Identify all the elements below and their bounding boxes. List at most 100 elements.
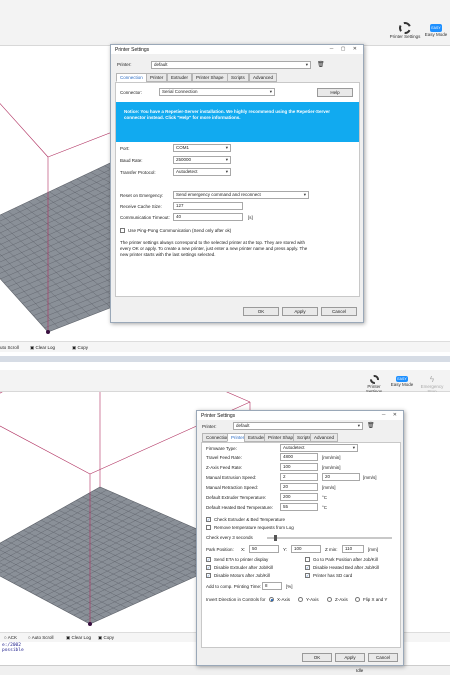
bed-temp-input[interactable]: 55 [280, 503, 318, 511]
tab-printer-shape[interactable]: Printer Shape [192, 73, 228, 82]
clear-log-button[interactable]: ▣ Clear Log [30, 345, 55, 351]
timeout-input[interactable]: 40 [173, 213, 243, 221]
easy-mode-icon: EASY [430, 24, 442, 32]
firmware-select[interactable]: Autodetect [280, 444, 358, 452]
trash-icon[interactable]: 🗑 [317, 61, 325, 68]
cache-label: Receive Cache Size: [120, 204, 162, 209]
park-unit: [mm] [368, 547, 378, 552]
printer-value-2: default [236, 423, 250, 428]
apply-button[interactable]: Apply [282, 307, 318, 316]
ok-button[interactable]: OK [243, 307, 279, 316]
port-select[interactable]: COM1 [173, 144, 231, 152]
tab-connection[interactable]: Connection [116, 73, 147, 82]
zfeed-input[interactable]: 100 [280, 463, 318, 471]
status-bar: Idle [0, 665, 450, 675]
remove-temp-label: Remove temperature requests from Log [214, 525, 294, 530]
trash-icon-2[interactable]: 🗑 [367, 422, 375, 429]
easy-mode-label-2: Easy Mode [390, 382, 414, 387]
cache-input[interactable]: 127 [173, 202, 243, 210]
clear-log-button-2[interactable]: ▣ Clear Log [66, 635, 91, 641]
pingpong-checkbox[interactable] [120, 228, 125, 233]
copy-button[interactable]: ▣ Copy [72, 345, 88, 351]
baud-label: Baud Rate: [120, 158, 143, 163]
extrusion-input-max[interactable]: 20 [322, 473, 360, 481]
apply-button-2[interactable]: Apply [335, 653, 365, 662]
disable-motors-checkbox[interactable]: ✓ [206, 573, 211, 578]
travel-input[interactable]: 4800 [280, 453, 318, 461]
reset-select[interactable]: Send emergency command and reconnect [173, 191, 309, 199]
send-eta-label: Send ETA to printer display [214, 557, 269, 562]
park-x-value: 50 [252, 546, 258, 551]
connector-value: Serial Connection [162, 89, 198, 94]
copy-label: Copy [77, 345, 89, 350]
dialog-titlebar: Printer Settings ─ ▢ ✕ [111, 45, 363, 54]
invert-x-radio[interactable] [269, 597, 274, 602]
extruder-temp-value: 200 [283, 494, 291, 499]
easy-mode-button[interactable]: EASY Easy Mode [422, 24, 450, 37]
cancel-button[interactable]: Cancel [321, 307, 357, 316]
printer-settings-label: Printer Settings [389, 34, 421, 39]
connector-select[interactable]: Serial Connection [159, 88, 275, 96]
dialog-titlebar-2: Printer Settings ─ ✕ [197, 411, 403, 420]
status-idle: Idle [356, 668, 364, 673]
ok-button-2[interactable]: OK [302, 653, 332, 662]
build-volume-edge [0, 103, 49, 158]
park-x-input[interactable]: 50 [249, 545, 279, 553]
retraction-value: 20 [283, 484, 289, 489]
send-eta-checkbox[interactable]: ✓ [206, 557, 211, 562]
port-label: Port: [120, 146, 130, 151]
log-toolbar: uto Scroll ▣ Clear Log ▣ Copy [0, 341, 450, 352]
sd-card-label: Printer has SD card [313, 573, 353, 578]
park-z-input[interactable]: 110 [342, 545, 364, 553]
reset-label: Reset on Emergency: [120, 193, 164, 198]
protocol-label: Transfer Protocol: [120, 170, 156, 175]
easy-mode-button-2[interactable]: EASY Easy Mode [389, 376, 415, 387]
travel-label: Travel Feed Rate: [206, 455, 242, 460]
auto-scroll-toggle[interactable]: uto Scroll [0, 345, 19, 350]
bed-temp-unit: °C [322, 505, 328, 510]
park-y-input[interactable]: 100 [291, 545, 321, 553]
printer-settings-button[interactable]: Printer Settings [388, 22, 422, 39]
protocol-select[interactable]: Autodetect [173, 168, 231, 176]
check-every-label: Check every 3 seconds [206, 535, 253, 540]
tab-printer[interactable]: Printer [146, 73, 168, 82]
check-temp-checkbox[interactable]: ✓ [206, 517, 211, 522]
tab-advanced-2[interactable]: Advanced [310, 433, 339, 442]
add-comp-input[interactable]: 8 [262, 582, 282, 590]
retraction-input[interactable]: 20 [280, 483, 318, 491]
help-button[interactable]: Help [317, 88, 353, 97]
invert-z-label: Z-Axis [335, 597, 348, 602]
printer-select-2[interactable]: default [233, 422, 363, 430]
sd-card-checkbox[interactable]: ✓ [305, 573, 310, 578]
invert-z-radio[interactable] [327, 597, 332, 602]
repetier-server-notice: Notice: You have a Repetier-Server insta… [116, 102, 359, 142]
check-interval-slider[interactable] [267, 535, 392, 541]
extrusion-value-max: 20 [325, 474, 331, 479]
slider-thumb[interactable] [274, 535, 277, 541]
printer-settings-dialog: Printer Settings ─ ▢ ✕ Printer: default … [110, 44, 364, 323]
flip-xy-label: Flip X and Y [363, 597, 388, 602]
extrusion-input-min[interactable]: 2 [280, 473, 318, 481]
auto-scroll-toggle-2[interactable]: ○ Auto Scroll [28, 635, 54, 640]
window-controls[interactable]: ─ ▢ ✕ [330, 46, 360, 52]
tab-extruder[interactable]: Extruder [167, 73, 193, 82]
origin-marker [46, 330, 50, 334]
reset-value: Send emergency command and reconnect [176, 192, 261, 197]
baud-select[interactable]: 250000 [173, 156, 231, 164]
disable-extruder-checkbox[interactable]: ✓ [206, 565, 211, 570]
flip-xy-radio[interactable] [355, 597, 360, 602]
disable-bed-checkbox[interactable]: ✓ [305, 565, 310, 570]
invert-y-radio[interactable] [298, 597, 303, 602]
extruder-temp-input[interactable]: 200 [280, 493, 318, 501]
ack-toggle[interactable]: ○ ACK [4, 635, 17, 640]
copy-button-2[interactable]: ▣ Copy [98, 635, 114, 641]
remove-temp-checkbox[interactable] [206, 525, 211, 530]
cancel-button-2[interactable]: Cancel [368, 653, 398, 662]
window-controls-2[interactable]: ─ ✕ [382, 412, 400, 418]
printer-select[interactable]: default [151, 61, 311, 69]
port-value: COM1 [176, 145, 190, 150]
taskbar-strip [0, 356, 450, 362]
goto-park-checkbox[interactable] [305, 557, 310, 562]
tab-scripts[interactable]: Scripts [227, 73, 249, 82]
tab-advanced[interactable]: Advanced [249, 73, 278, 82]
